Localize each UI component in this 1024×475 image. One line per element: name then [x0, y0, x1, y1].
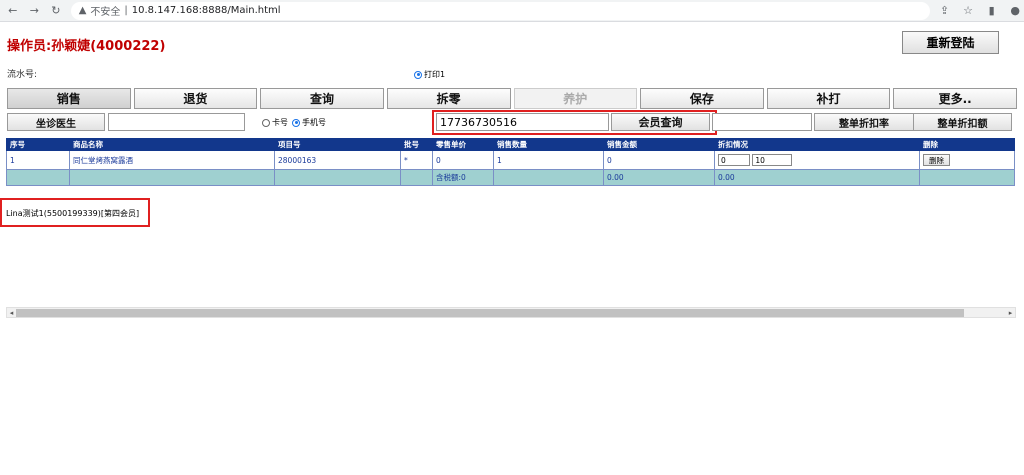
- tab-maintenance: 养护: [513, 88, 638, 109]
- browser-toolbar: ← → ↻ ▲ 不安全 | 10.8.147.168:8888/Main.htm…: [0, 0, 1024, 22]
- main-tabs: 销售 退货 查询 拆零 养护 保存 补打 更多..: [7, 88, 1017, 109]
- relogin-button[interactable]: 重新登陆: [902, 31, 999, 54]
- cell-name: 同仁堂烤燕窝露酒: [69, 150, 275, 170]
- col-qty: 销售数量: [493, 138, 604, 151]
- cell-amount: 0: [603, 150, 715, 170]
- cell-index: 1: [6, 150, 70, 170]
- total-discount: 0.00: [714, 169, 920, 186]
- forward-icon[interactable]: →: [26, 2, 44, 20]
- cell-delete: 删除: [919, 150, 1015, 170]
- discount-rate-button[interactable]: 整单折扣率: [814, 113, 914, 131]
- discount-a-input[interactable]: 0: [718, 154, 750, 166]
- scroll-left-icon[interactable]: ◂: [7, 308, 16, 318]
- tab-query[interactable]: 查询: [260, 88, 384, 109]
- total-amount: 0.00: [603, 169, 715, 186]
- sales-table: 序号 商品名称 项目号 批号 零售单价 销售数量 销售金额 折扣情况 删除 1 …: [6, 138, 1015, 186]
- profile-icon[interactable]: ●: [1006, 2, 1024, 20]
- star-icon[interactable]: ☆: [959, 2, 977, 20]
- card-type-options: 卡号 手机号: [262, 117, 330, 128]
- total-tax: 含税额:0: [432, 169, 494, 186]
- tab-return[interactable]: 退货: [133, 88, 258, 109]
- discount-amount-button[interactable]: 整单折扣额: [913, 113, 1012, 131]
- insecure-label: 不安全: [90, 7, 121, 18]
- doctor-button[interactable]: 坐诊医生: [7, 113, 105, 131]
- operator-label: 操作员:孙颖婕(4000222): [7, 39, 166, 54]
- col-discount: 折扣情况: [714, 138, 920, 151]
- tab-sales[interactable]: 销售: [7, 88, 131, 109]
- discount-input[interactable]: [712, 113, 812, 131]
- print-radio-icon[interactable]: [414, 70, 422, 79]
- member-info: Lina测试1(5500199339)[第四会员]: [6, 209, 140, 218]
- tab-split[interactable]: 拆零: [386, 88, 511, 109]
- url-text: 10.8.147.168:8888/Main.html: [131, 5, 281, 16]
- col-item-no: 项目号: [274, 138, 401, 151]
- col-amount: 销售金额: [603, 138, 715, 151]
- doctor-input[interactable]: [108, 113, 245, 131]
- print-option-label: 打印1: [424, 70, 446, 79]
- cell-item-no: 28000163: [274, 150, 401, 170]
- share-icon[interactable]: ⇪: [936, 2, 954, 20]
- scroll-right-icon[interactable]: ▸: [1006, 308, 1015, 318]
- tab-reprint[interactable]: 补打: [766, 88, 891, 109]
- sidepanel-icon[interactable]: ▮: [983, 2, 1001, 20]
- card-radio-icon[interactable]: [262, 118, 270, 127]
- warning-icon: ▲: [78, 5, 87, 16]
- phone-option-label: 手机号: [302, 118, 326, 127]
- tab-more[interactable]: 更多..: [893, 88, 1017, 109]
- reload-icon[interactable]: ↻: [47, 2, 65, 20]
- cell-price: 0: [432, 150, 494, 170]
- table-row: 1 同仁堂烤燕窝露酒 28000163 * 0 1 0 0 10 删除: [6, 150, 1015, 170]
- address-bar[interactable]: ▲ 不安全 | 10.8.147.168:8888/Main.html: [70, 1, 930, 20]
- col-delete: 删除: [919, 138, 1015, 151]
- member-query-button[interactable]: 会员查询: [611, 113, 710, 131]
- print-option[interactable]: 打印1: [414, 69, 445, 80]
- cell-discount: 0 10: [714, 150, 920, 170]
- card-option-label: 卡号: [272, 118, 288, 127]
- table-header-row: 序号 商品名称 项目号 批号 零售单价 销售数量 销售金额 折扣情况 删除: [6, 138, 1015, 151]
- back-icon[interactable]: ←: [4, 2, 22, 20]
- tab-save[interactable]: 保存: [640, 88, 764, 109]
- cell-qty: 1: [493, 150, 604, 170]
- col-name: 商品名称: [69, 138, 275, 151]
- col-batch: 批号: [400, 138, 433, 151]
- horizontal-scrollbar[interactable]: ◂ ▸: [6, 307, 1016, 318]
- serial-label: 流水号:: [7, 70, 38, 80]
- col-price: 零售单价: [432, 138, 494, 151]
- col-index: 序号: [6, 138, 70, 151]
- total-row: 含税额:0 0.00 0.00: [6, 169, 1015, 186]
- cell-batch: *: [400, 150, 433, 170]
- scroll-thumb[interactable]: [16, 309, 964, 317]
- delete-button[interactable]: 删除: [923, 154, 950, 166]
- phone-radio-icon[interactable]: [292, 118, 300, 127]
- discount-b-input[interactable]: 10: [752, 154, 793, 166]
- member-phone-input[interactable]: 17736730516: [436, 113, 609, 131]
